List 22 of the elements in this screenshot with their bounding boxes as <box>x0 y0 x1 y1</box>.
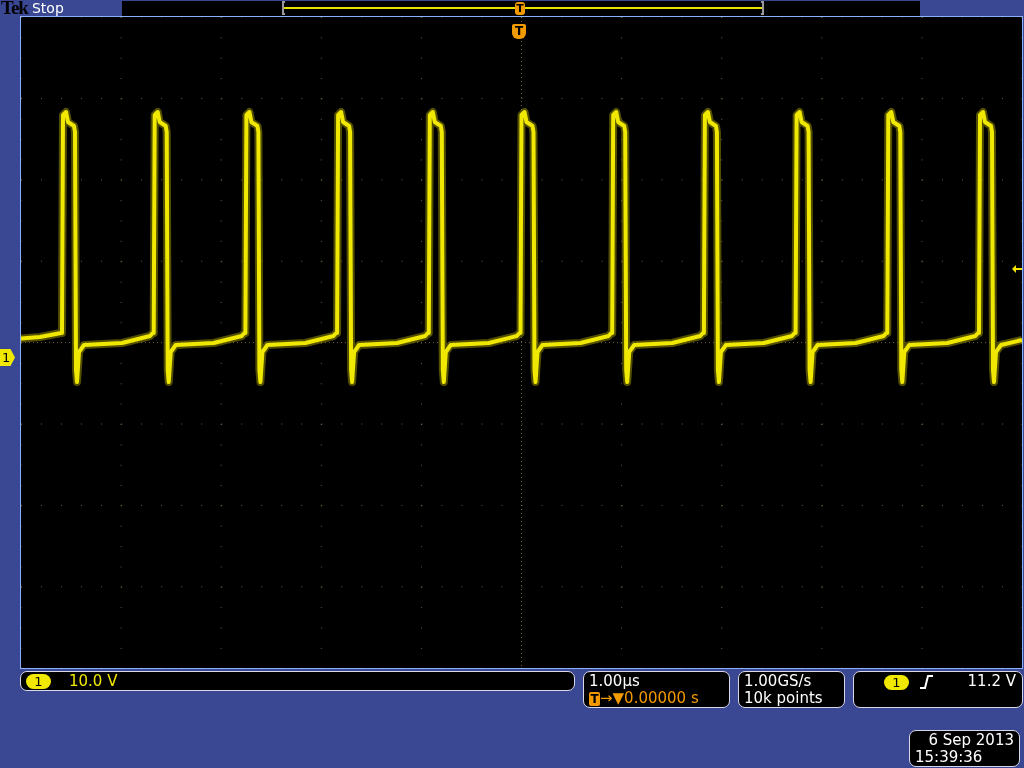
channel-readout[interactable]: 1 10.0 V <box>20 671 575 691</box>
trigger-badge: T <box>589 691 600 706</box>
vertical-scale: 10.0 V <box>69 672 118 690</box>
trigger-level: 11.2 V <box>967 673 1016 690</box>
timebase-readout[interactable]: 1.00µs T→▼0.00000 s <box>583 671 730 708</box>
delay-arrows: →▼ <box>600 690 625 707</box>
acquisition-readout[interactable]: 1.00GS/s 10k points <box>738 671 845 708</box>
time-label: 15:39:36 <box>915 749 984 766</box>
acquisition-status: Stop <box>31 0 64 16</box>
brand-label: Tek <box>1 0 28 16</box>
channel-marker[interactable]: 1 <box>0 349 15 366</box>
record-length: 10k points <box>744 690 824 707</box>
trigger-position-marker: T <box>515 2 525 15</box>
trigger-readout[interactable]: 1 11.2 V <box>853 671 1023 708</box>
horizontal-scale: 1.00µs <box>589 673 641 690</box>
trigger-level-arrow-icon <box>1012 265 1022 273</box>
trigger-position-marker: T <box>512 24 526 39</box>
trigger-source-badge: 1 <box>884 675 909 690</box>
horizontal-delay: 0.00000 s <box>624 690 699 707</box>
sample-rate: 1.00GS/s <box>744 673 813 690</box>
channel-badge: 1 <box>26 673 51 689</box>
date-label: 6 Sep 2013 <box>927 732 1014 749</box>
